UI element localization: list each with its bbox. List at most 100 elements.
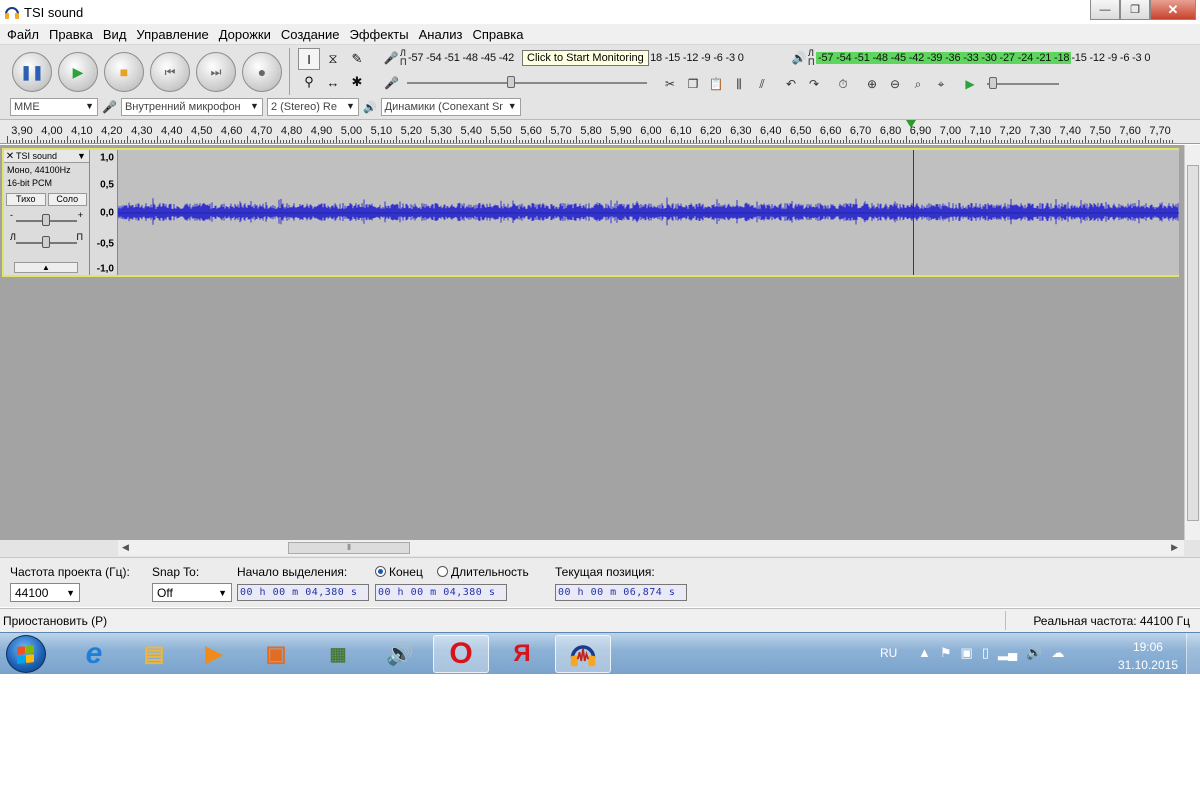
input-device-select[interactable]: Внутренний микрофон ▼ [120,98,263,116]
yandex-browser-icon[interactable]: Я [494,635,550,673]
show-desktop-button[interactable] [1186,633,1200,675]
track-area[interactable]: ✕ TSI sound ▼ Моно, 44100Hz 16-bit PCM Т… [0,145,1184,540]
vertical-scroll-thumb[interactable] [1187,165,1199,521]
output-device-select[interactable]: Динамики (Conexant Sr ▼ [380,98,521,116]
ruler-tick [498,140,500,143]
close-button[interactable]: ✕ [1150,0,1196,20]
pause-button[interactable]: ❚❚ [12,52,52,92]
track-header[interactable]: ✕ TSI sound ▼ [4,150,89,163]
scroll-right-icon[interactable]: ▶ [1171,542,1178,553]
ruler-tick [1022,140,1024,143]
selection-tool-icon[interactable]: I [298,48,320,70]
waveform[interactable] [118,150,1179,275]
trim-icon[interactable]: ⫼ [729,74,749,94]
language-indicator[interactable]: RU [880,646,897,660]
record-button[interactable]: ● [242,52,282,92]
opera-icon[interactable]: O [433,635,489,673]
selection-end-field[interactable]: 00 h 00 m 04,380 s [375,584,507,601]
fit-project-icon[interactable]: ⌖ [931,74,951,94]
horizontal-scrollbar[interactable]: ◀ ⦀ ▶ [118,540,1184,556]
internet-explorer-icon[interactable]: e [66,635,122,673]
collapse-track-button[interactable]: ▲ [14,262,78,273]
zoom-in-icon[interactable]: ⊕ [862,74,882,94]
ruler-tick [1064,140,1066,143]
menu-generate[interactable]: Создание [276,27,345,42]
maximize-button[interactable]: ❐ [1120,0,1150,20]
minimize-button[interactable]: — [1090,0,1120,20]
horizontal-scroll-thumb[interactable]: ⦀ [288,542,410,554]
menu-help[interactable]: Справка [467,27,528,42]
timeline-ruler[interactable]: 3,90 4,00 4,10 4,20 4,30 4,40 4,50 4,60 4,70 4,80… [0,120,1200,144]
track-name[interactable]: TSI sound [16,151,77,161]
zoom-tool-icon[interactable]: ⚲ [298,71,320,93]
audio-host-select[interactable]: MME ▼ [10,98,98,116]
undo-icon[interactable]: ↶ [781,74,801,94]
envelope-tool-icon[interactable]: ⧖ [322,48,344,70]
paste-icon[interactable]: 📋 [706,74,726,94]
photo-viewer-icon[interactable]: ▦ [310,635,366,673]
menu-file[interactable]: Файл [2,27,44,42]
ruler-tick [710,138,712,143]
draw-tool-icon[interactable]: ✎ [346,48,368,70]
clock[interactable]: 19:06 31.10.2015 [1118,638,1178,674]
mute-button[interactable]: Тихо [6,193,46,206]
gain-knob[interactable] [42,214,50,226]
menu-analyze[interactable]: Анализ [414,27,468,42]
scroll-left-icon[interactable]: ◀ [122,542,129,553]
ruler-tick [962,140,964,143]
volume-icon[interactable]: 🔊 [1026,645,1042,661]
pan-knob[interactable] [42,236,50,248]
sync-lock-icon[interactable]: ⏱ [833,74,853,94]
chevron-down-icon[interactable]: ▼ [77,151,89,161]
file-explorer-icon[interactable]: ▤ [126,635,182,673]
media-player-icon[interactable]: ▶ [186,635,242,673]
skip-to-start-button[interactable]: ⏮ [150,52,190,92]
input-volume-knob[interactable] [506,76,515,88]
play-button[interactable]: ▶ [58,52,98,92]
show-hidden-icons-icon[interactable]: ▲ [918,645,931,661]
network-icon[interactable]: ☁ [1051,645,1064,661]
playhead-marker-icon[interactable] [906,120,916,128]
time-shift-tool-icon[interactable]: ↔ [322,71,344,93]
vertical-scrollbar[interactable] [1184,145,1200,540]
audacity-taskbar-icon[interactable] [555,635,611,673]
pan-slider[interactable]: Л П [8,230,85,252]
close-icon[interactable]: ✕ [4,151,16,162]
end-radio[interactable]: Конец [375,565,423,579]
action-center-icon[interactable]: ⚑ [940,645,952,661]
start-button[interactable] [6,635,46,673]
signal-icon[interactable]: ▂▄ [998,645,1017,661]
gain-slider[interactable]: - + [8,208,85,230]
audio-track[interactable]: ✕ TSI sound ▼ Моно, 44100Hz 16-bit PCM Т… [2,148,1179,277]
cut-icon[interactable]: ✂ [660,74,680,94]
copy-icon[interactable]: ❐ [683,74,703,94]
project-rate-select[interactable]: 44100 ▼ [10,583,80,602]
app-tray-icon[interactable]: ▣ [961,645,973,661]
stop-button[interactable]: ■ [104,52,144,92]
snap-to-select[interactable]: Off ▼ [152,583,232,602]
zoom-out-icon[interactable]: ⊖ [885,74,905,94]
input-channels-select[interactable]: 2 (Stereo) Re ▼ [266,98,359,116]
speaker-app-icon[interactable]: 🔊 [372,635,428,673]
multi-tool-icon[interactable]: ✱ [346,71,368,93]
menu-effects[interactable]: Эффекты [344,27,413,42]
skip-to-end-button[interactable]: ⏭ [196,52,236,92]
solo-button[interactable]: Соло [47,193,87,206]
audio-position-field[interactable]: 00 h 00 m 06,874 s [555,584,687,601]
menu-edit[interactable]: Правка [44,27,98,42]
play-speed-knob[interactable] [989,77,997,89]
menu-view[interactable]: Вид [98,27,132,42]
selection-start-field[interactable]: 00 h 00 m 04,380 s [237,584,369,601]
play-at-speed-icon[interactable]: ▶ [960,74,980,94]
length-radio[interactable]: Длительность [437,565,529,579]
play-speed-slider[interactable] [987,77,1059,89]
fit-selection-icon[interactable]: ⌕ [908,74,928,94]
menu-transport[interactable]: Управление [131,27,213,42]
playback-meter[interactable]: 🔊 ЛП -57 -54 -51 -48 -45 -42 -39 -36 -33… [790,48,1185,68]
battery-icon[interactable]: ▯ [982,645,989,661]
input-volume-slider[interactable] [406,76,647,88]
office-icon[interactable]: ▣ [248,635,304,673]
menu-tracks[interactable]: Дорожки [214,27,276,42]
redo-icon[interactable]: ↷ [804,74,824,94]
silence-icon[interactable]: ⫽ [752,74,772,94]
